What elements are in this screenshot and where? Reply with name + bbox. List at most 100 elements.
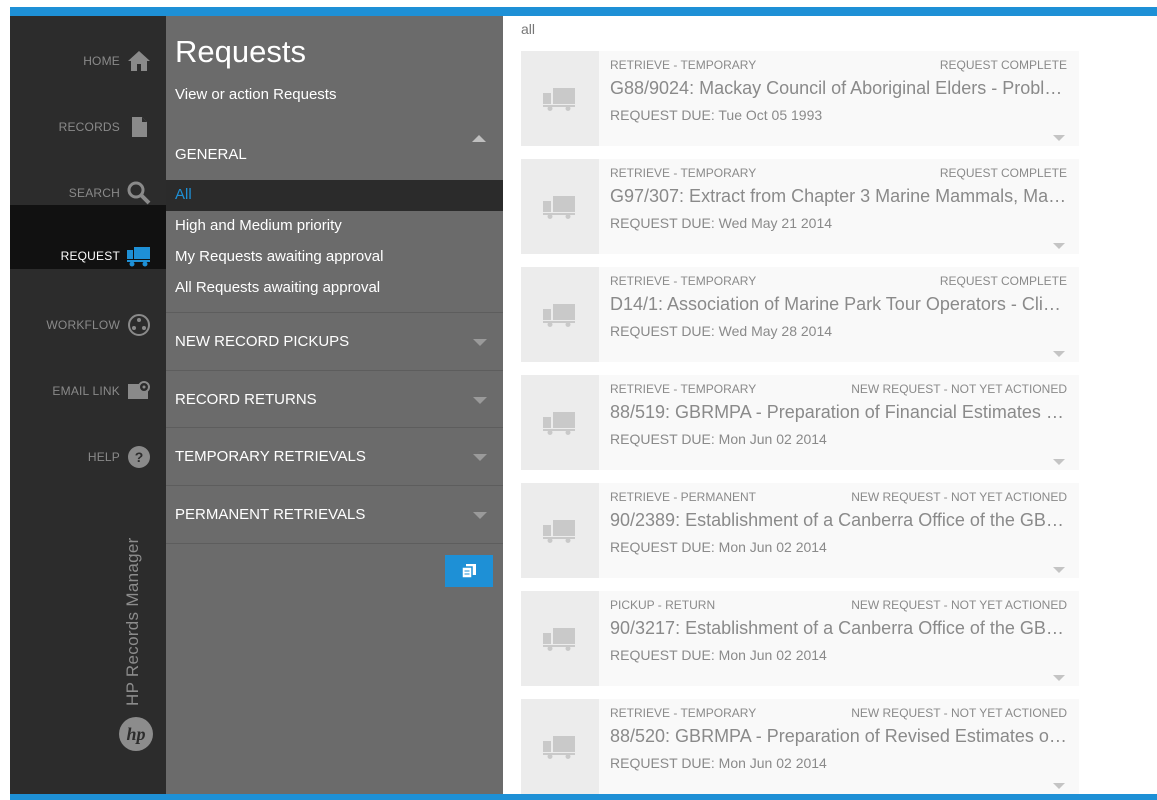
request-card[interactable]: RETRIEVE - TEMPORARY REQUEST COMPLETE G88/… — [521, 51, 1079, 146]
request-type: PICKUP - RETURN — [610, 598, 716, 612]
request-title: 88/520: GBRMPA - Preparation of Revised … — [610, 726, 1068, 746]
request-body: RETRIEVE - PERMANENT NEW REQUEST - NOT YE… — [599, 483, 1079, 578]
request-card[interactable]: RETRIEVE - TEMPORARY REQUEST COMPLETE G97/… — [521, 159, 1079, 254]
request-title: 88/519: GBRMPA - Preparation of Financia… — [610, 402, 1068, 422]
request-thumbnail — [521, 267, 599, 362]
request-body: RETRIEVE - TEMPORARY NEW REQUEST - NOT YE… — [599, 375, 1079, 470]
truck-icon — [542, 193, 578, 224]
chevron-down-icon[interactable] — [1053, 237, 1065, 255]
section-permanent-retrievals[interactable]: PERMANENT RETRIEVALS — [166, 486, 503, 543]
request-due: REQUEST DUE: Wed May 28 2014 — [610, 323, 833, 339]
email-link-icon — [126, 378, 152, 404]
section-general[interactable]: GENERAL — [175, 146, 247, 163]
requests-panel: Requests View or action Requests GENERAL… — [166, 16, 503, 794]
request-type: RETRIEVE - TEMPORARY — [610, 166, 757, 180]
request-thumbnail — [521, 591, 599, 686]
truck-icon — [126, 243, 152, 269]
collapse-up-icon[interactable] — [472, 129, 486, 147]
nav-home-label: HOME — [83, 54, 120, 68]
truck-icon — [542, 85, 578, 116]
chevron-down-icon — [473, 397, 487, 404]
section-record-returns[interactable]: RECORD RETURNS — [166, 371, 503, 428]
nav-workflow[interactable]: WORKFLOW — [10, 292, 166, 356]
request-type: RETRIEVE - TEMPORARY — [610, 706, 757, 720]
request-body: RETRIEVE - TEMPORARY NEW REQUEST - NOT YE… — [599, 699, 1079, 794]
chevron-down-icon[interactable] — [1053, 669, 1065, 687]
request-title: G97/307: Extract from Chapter 3 Marine M… — [610, 186, 1068, 206]
top-accent-bar — [10, 7, 1157, 16]
list-heading: all — [521, 21, 536, 37]
request-thumbnail — [521, 51, 599, 146]
bottom-accent-bar — [10, 794, 1157, 800]
request-thumbnail — [521, 159, 599, 254]
request-card[interactable]: RETRIEVE - PERMANENT NEW REQUEST - NOT YE… — [521, 483, 1079, 578]
help-icon: ? — [126, 444, 152, 470]
filter-high-medium-priority[interactable]: High and Medium priority — [166, 211, 503, 242]
request-type: RETRIEVE - TEMPORARY — [610, 382, 757, 396]
chevron-down-icon — [473, 339, 487, 346]
nav-email-link-label: EMAIL LINK — [52, 384, 120, 398]
search-icon — [126, 180, 152, 206]
filter-my-awaiting-approval[interactable]: My Requests awaiting approval — [166, 242, 503, 273]
filter-all-awaiting-approval[interactable]: All Requests awaiting approval — [166, 273, 503, 304]
section-temporary-retrievals[interactable]: TEMPORARY RETRIEVALS — [166, 428, 503, 485]
request-card[interactable]: RETRIEVE - TEMPORARY NEW REQUEST - NOT YE… — [521, 699, 1079, 794]
request-due: REQUEST DUE: Wed May 21 2014 — [610, 215, 833, 231]
nav-home[interactable]: HOME — [10, 28, 166, 92]
chevron-down-icon[interactable] — [1053, 345, 1065, 363]
truck-icon — [542, 733, 578, 764]
brand-name: HP Records Manager — [123, 537, 142, 706]
request-status: NEW REQUEST - NOT YET ACTIONED — [851, 382, 1067, 396]
request-card[interactable]: RETRIEVE - TEMPORARY NEW REQUEST - NOT YE… — [521, 375, 1079, 470]
request-title: G88/9024: Mackay Council of Aboriginal E… — [610, 78, 1068, 98]
nav-records[interactable]: RECORDS — [10, 94, 166, 158]
filter-all[interactable]: All — [166, 180, 503, 211]
section-label: PERMANENT RETRIEVALS — [175, 506, 366, 523]
request-status: NEW REQUEST - NOT YET ACTIONED — [851, 598, 1067, 612]
request-body: PICKUP - RETURN NEW REQUEST - NOT YET ACT… — [599, 591, 1079, 686]
request-status: NEW REQUEST - NOT YET ACTIONED — [851, 490, 1067, 504]
nav-email-link[interactable]: EMAIL LINK — [10, 358, 166, 422]
request-card[interactable]: RETRIEVE - TEMPORARY REQUEST COMPLETE D14/… — [521, 267, 1079, 362]
request-due: REQUEST DUE: Mon Jun 02 2014 — [610, 539, 827, 555]
workflow-icon — [126, 312, 152, 338]
request-due: REQUEST DUE: Mon Jun 02 2014 — [610, 431, 827, 447]
filter-label: My Requests awaiting approval — [175, 248, 384, 265]
home-icon — [126, 48, 152, 74]
request-status: REQUEST COMPLETE — [939, 274, 1067, 288]
divider — [166, 543, 503, 544]
copy-button[interactable] — [445, 555, 493, 587]
hp-logo-icon: hp — [118, 716, 154, 752]
request-due: REQUEST DUE: Mon Jun 02 2014 — [610, 647, 827, 663]
nav-search-label: SEARCH — [68, 186, 120, 200]
chevron-down-icon[interactable] — [1053, 561, 1065, 579]
svg-text:?: ? — [135, 449, 144, 465]
nav-request[interactable]: REQUEST — [10, 205, 166, 269]
request-type: RETRIEVE - TEMPORARY — [610, 58, 757, 72]
request-title: 90/2389: Establishment of a Canberra Off… — [610, 510, 1068, 530]
request-thumbnail — [521, 375, 599, 470]
request-due: REQUEST DUE: Mon Jun 02 2014 — [610, 755, 827, 771]
truck-icon — [542, 301, 578, 332]
chevron-down-icon[interactable] — [1053, 777, 1065, 795]
section-new-record-pickups[interactable]: NEW RECORD PICKUPS — [166, 313, 503, 370]
chevron-down-icon[interactable] — [1053, 453, 1065, 471]
svg-text:hp: hp — [126, 724, 145, 744]
chevron-down-icon — [473, 512, 487, 519]
document-icon — [126, 114, 152, 140]
nav-help-label: HELP — [87, 450, 120, 464]
chevron-down-icon[interactable] — [1053, 129, 1065, 147]
request-title: 90/3217: Establishment of a Canberra Off… — [610, 618, 1068, 638]
request-type: RETRIEVE - PERMANENT — [610, 490, 757, 504]
request-card[interactable]: PICKUP - RETURN NEW REQUEST - NOT YET ACT… — [521, 591, 1079, 686]
truck-icon — [542, 625, 578, 656]
nav-request-label: REQUEST — [60, 249, 120, 263]
request-title: D14/1: Association of Marine Park Tour O… — [610, 294, 1068, 314]
page-subtitle: View or action Requests — [175, 86, 337, 103]
request-due: REQUEST DUE: Tue Oct 05 1993 — [610, 107, 823, 123]
copy-icon — [461, 564, 476, 579]
nav-help[interactable]: HELP ? — [10, 424, 166, 488]
request-thumbnail — [521, 699, 599, 794]
truck-icon — [542, 517, 578, 548]
section-label: TEMPORARY RETRIEVALS — [175, 448, 366, 465]
